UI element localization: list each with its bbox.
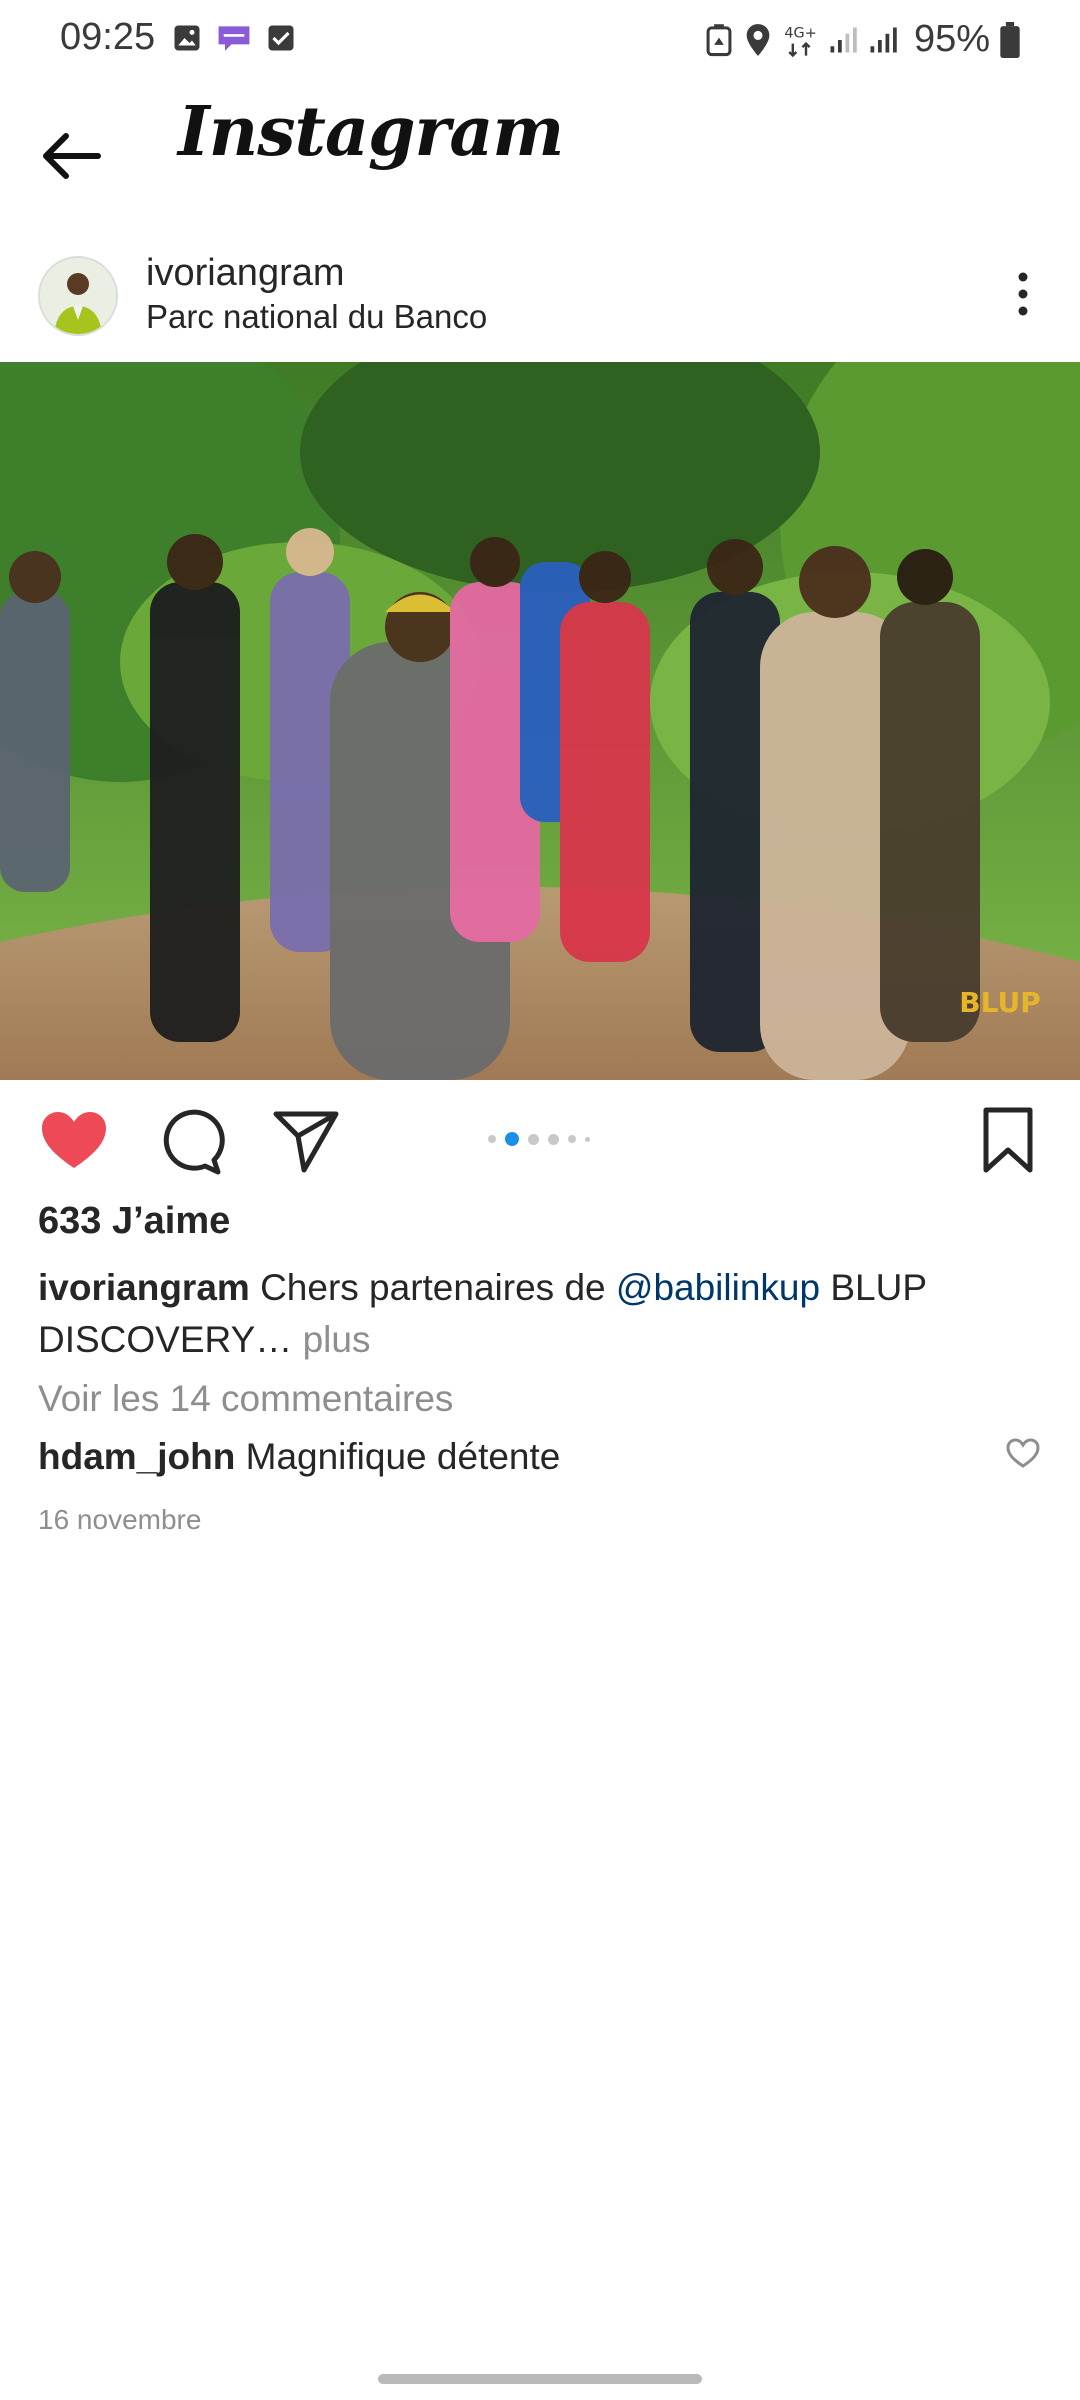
save-button[interactable]	[970, 1102, 1046, 1178]
caption-username[interactable]: ivoriangram	[38, 1267, 250, 1308]
heart-outline-icon	[1006, 1438, 1040, 1468]
comment-like-button[interactable]	[1004, 1434, 1042, 1472]
avatar-image	[40, 258, 116, 334]
comment-icon	[163, 1109, 225, 1175]
caption-more-link[interactable]: plus	[303, 1319, 371, 1360]
status-bar: 09:25 4G+ 95%	[0, 0, 1080, 78]
image-icon	[174, 25, 200, 51]
more-vertical-icon	[1018, 272, 1028, 316]
notification-icons	[172, 22, 296, 54]
carousel-dot	[548, 1133, 559, 1145]
view-comments-link[interactable]: Voir les 14 commentaires	[38, 1378, 453, 1420]
system-icons: 4G+ 95%	[704, 18, 1020, 61]
caption-text: Chers partenaires de	[260, 1267, 606, 1308]
carousel-dot	[488, 1135, 496, 1143]
carousel-dot	[585, 1136, 590, 1142]
caption-text-after: BLUP	[830, 1267, 928, 1308]
post-image[interactable]: BLUP	[0, 362, 1080, 1080]
network-label: 4G+	[784, 25, 816, 41]
bookmark-icon	[983, 1107, 1033, 1173]
comment-item: hdam_john Magnifique détente	[38, 1436, 560, 1478]
post-location[interactable]: Parc national du Banco	[146, 298, 487, 336]
battery-percent: 95%	[914, 18, 991, 60]
carousel-dot	[528, 1133, 539, 1145]
status-time: 09:25	[60, 16, 156, 58]
carousel-dot	[568, 1135, 576, 1143]
network-4g-icon: 4G+	[784, 25, 817, 57]
comment-text: Magnifique détente	[245, 1436, 561, 1477]
like-button[interactable]	[36, 1102, 112, 1178]
carousel-indicator	[488, 1132, 590, 1146]
comment-button[interactable]	[152, 1102, 228, 1178]
post-caption: ivoriangram Chers partenaires de @babili…	[38, 1262, 1048, 1366]
paper-plane-icon	[273, 1111, 339, 1173]
back-button[interactable]	[36, 118, 116, 198]
carousel-dot-active	[505, 1132, 519, 1146]
home-indicator[interactable]	[378, 2374, 702, 2384]
check-box-icon	[268, 25, 294, 51]
chat-icon	[218, 26, 250, 51]
instagram-logo: Instagram	[178, 92, 564, 172]
post-date: 16 novembre	[38, 1504, 202, 1535]
battery-icon	[1000, 21, 1020, 58]
likes-count[interactable]: 633 J’aime	[38, 1200, 230, 1243]
share-button[interactable]	[268, 1102, 344, 1178]
location-icon	[746, 23, 770, 56]
caption-line2: DISCOVERY…	[38, 1319, 293, 1360]
post-username[interactable]: ivoriangram	[146, 252, 345, 295]
comment-username[interactable]: hdam_john	[38, 1436, 235, 1477]
group-outdoor-photo: BLUP	[0, 362, 1080, 1080]
heart-filled-icon	[42, 1112, 106, 1168]
caption-mention[interactable]: @babilinkup	[616, 1267, 820, 1308]
more-options-button[interactable]	[998, 264, 1048, 324]
signal-icon	[870, 27, 897, 52]
svg-text:BLUP: BLUP	[959, 986, 1040, 1019]
avatar[interactable]	[38, 256, 118, 336]
recycle-icon	[706, 23, 732, 56]
arrow-left-icon	[43, 133, 101, 179]
signal-icon	[830, 27, 857, 52]
